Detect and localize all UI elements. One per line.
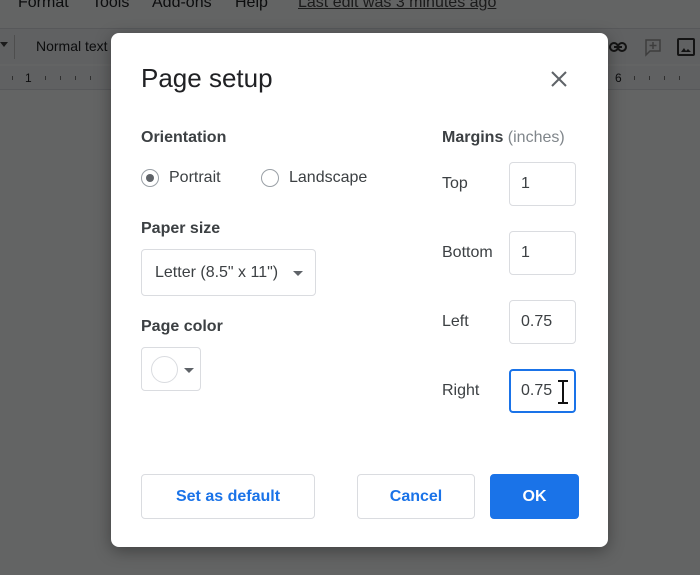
margin-bottom-label: Bottom xyxy=(442,244,493,261)
ok-button[interactable]: OK xyxy=(490,474,579,519)
cancel-button[interactable]: Cancel xyxy=(357,474,475,519)
paper-size-select[interactable]: Letter (8.5" x 11") xyxy=(141,249,316,296)
margins-unit: (inches) xyxy=(507,129,565,146)
page-color-label: Page color xyxy=(141,318,223,335)
margin-top-input[interactable] xyxy=(509,162,576,206)
orientation-label: Orientation xyxy=(141,129,227,146)
page-color-picker[interactable] xyxy=(141,347,201,391)
portrait-radio[interactable]: Portrait xyxy=(141,169,221,187)
margin-bottom-input[interactable] xyxy=(509,231,576,275)
landscape-radio[interactable]: Landscape xyxy=(261,169,367,187)
portrait-label: Portrait xyxy=(169,169,221,186)
close-icon xyxy=(551,71,567,87)
margin-top-label: Top xyxy=(442,175,468,192)
landscape-label: Landscape xyxy=(289,169,368,186)
margin-right-input[interactable] xyxy=(509,369,576,413)
margins-label: Margins (inches) xyxy=(442,129,565,147)
paper-size-value: Letter (8.5" x 11") xyxy=(155,263,279,281)
set-as-default-button[interactable]: Set as default xyxy=(141,474,315,519)
close-button[interactable] xyxy=(547,67,571,91)
dialog-title: Page setup xyxy=(141,63,273,93)
color-swatch xyxy=(151,356,178,383)
radio-selected-icon xyxy=(141,169,159,187)
chevron-down-icon xyxy=(184,368,194,373)
margin-left-input[interactable] xyxy=(509,300,576,344)
chevron-down-icon xyxy=(293,271,303,276)
page-setup-dialog: Page setup Orientation Portrait Landscap… xyxy=(111,33,608,547)
radio-unselected-icon xyxy=(261,169,279,187)
margin-right-label: Right xyxy=(442,382,480,399)
margins-title: Margins xyxy=(442,129,504,146)
margin-left-label: Left xyxy=(442,313,469,330)
paper-size-label: Paper size xyxy=(141,220,221,237)
